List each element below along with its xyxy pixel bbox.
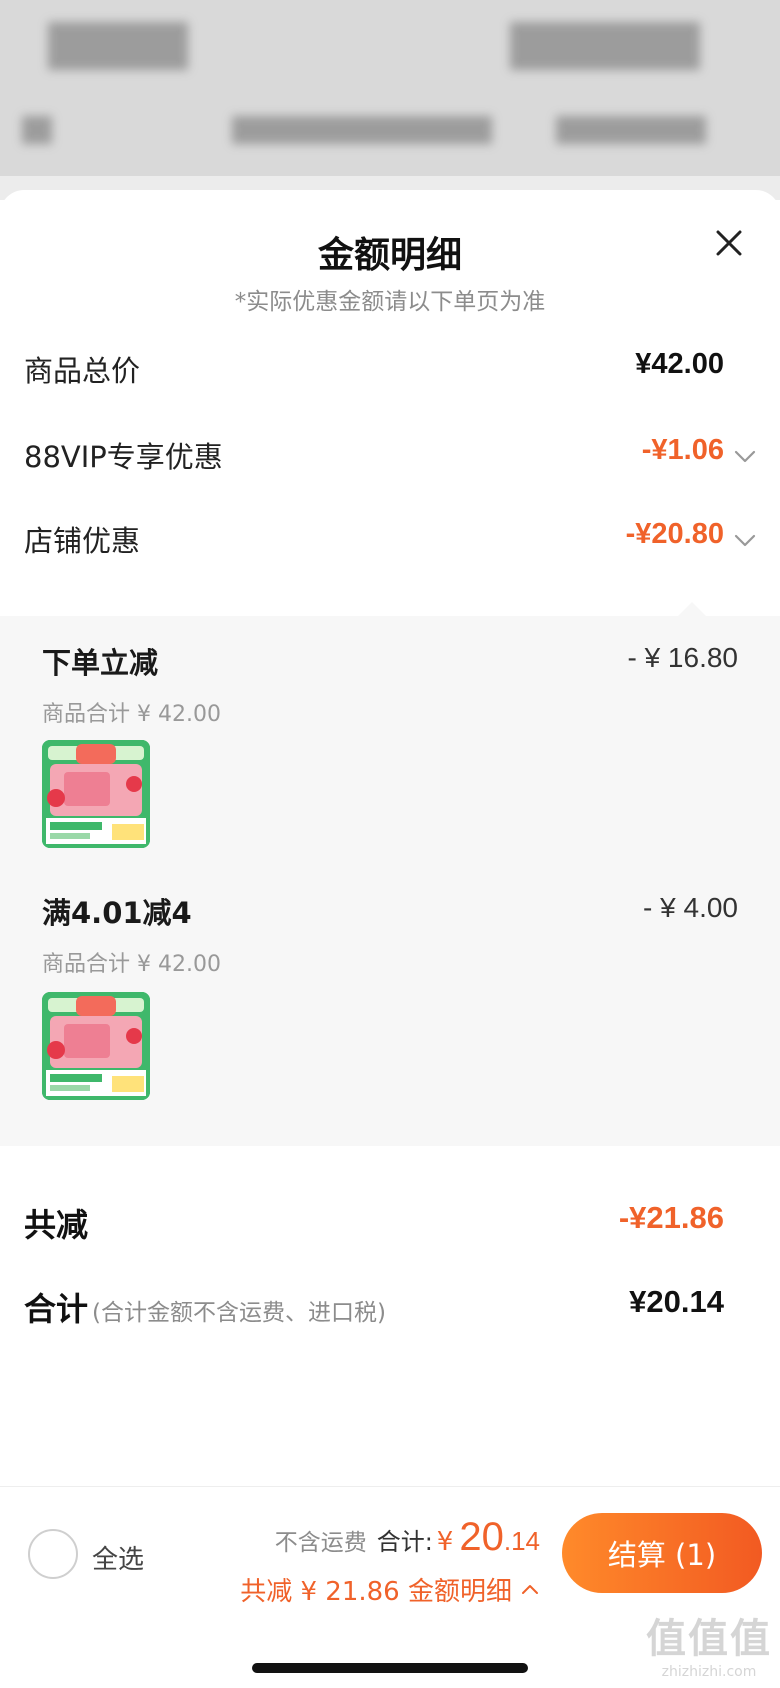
checkout-button[interactable]: 结算 (1) (562, 1513, 762, 1593)
close-icon (716, 230, 742, 256)
promo-amount: - ¥ 4.00 (643, 892, 738, 923)
watermark-url: zhizhizhi.com (661, 1664, 757, 1680)
goods-total-label: 商品总价 (24, 354, 141, 388)
bar-total-caption: 合计: (376, 1528, 433, 1556)
total-note: (合计金额不含运费、进口税) (92, 1300, 386, 1326)
product-image (42, 740, 150, 848)
reduction-value: -¥21.86 (618, 1200, 724, 1235)
vip-discount-value: -¥1.06 (641, 434, 724, 466)
chevron-down-icon[interactable] (732, 528, 758, 554)
amount-detail-toggle[interactable]: 共减 ¥ 21.86 金额明细 (240, 1571, 540, 1608)
amount-detail-text: 共减 ¥ 21.86 金额明细 (240, 1577, 512, 1607)
chevron-down-icon[interactable] (732, 444, 758, 470)
total-label-group: 合计 (合计金额不含运费、进口税) (24, 1284, 386, 1330)
product-thumbnail[interactable] (42, 992, 150, 1100)
home-indicator[interactable] (252, 1663, 528, 1673)
watermark-logo: 值值值 (646, 1616, 772, 1662)
shop-discount-panel: 下单立减 - ¥ 16.80 商品合计 ¥ 42.00 满4.01减4 - ¥ … (0, 602, 780, 1146)
product-image (42, 992, 150, 1100)
vip-discount-row[interactable]: 88VIP专享优惠 -¥1.06 (0, 426, 780, 486)
select-all-label[interactable]: 全选 (92, 1539, 144, 1576)
amount-detail-sheet: 金额明细 *实际优惠金额请以下单页为准 商品总价 ¥42.00 88VIP专享优… (0, 190, 780, 1688)
watermark: 值值值 zhizhizhi.com (646, 1606, 772, 1680)
promo-subtotal: 商品合计 ¥ 42.00 (42, 952, 221, 977)
total-label: 合计 (24, 1290, 89, 1328)
shipping-note: 不含运费 (274, 1530, 367, 1556)
chevron-up-icon (522, 1584, 538, 1594)
sheet-subtitle: *实际优惠金额请以下单页为准 (234, 289, 546, 315)
shop-discount-label: 店铺优惠 (24, 524, 141, 558)
bar-price-line: 不含运费 合计: ¥ 20 .14 (275, 1515, 540, 1560)
goods-total-row: 商品总价 ¥42.00 (0, 340, 780, 400)
background-page (0, 0, 780, 200)
goods-total-value: ¥42.00 (635, 348, 724, 380)
bar-price-decimal: .14 (503, 1526, 540, 1556)
promo-amount: - ¥ 16.80 (627, 642, 738, 673)
shop-discount-value: -¥20.80 (625, 518, 724, 550)
bar-price-integer: 20 (459, 1515, 504, 1559)
close-button[interactable] (704, 218, 754, 268)
product-thumbnail[interactable] (42, 740, 150, 848)
vip-discount-label: 88VIP专享优惠 (24, 440, 223, 474)
promo-title: 满4.01减4 (42, 896, 192, 930)
promo-title: 下单立减 (42, 646, 159, 680)
reduction-label: 共减 (24, 1206, 89, 1244)
promo-subtotal: 商品合计 ¥ 42.00 (42, 702, 221, 727)
bar-currency: ¥ (436, 1527, 454, 1557)
sheet-title: 金额明细 (317, 235, 462, 276)
select-all-checkbox[interactable] (28, 1529, 78, 1579)
shop-discount-row[interactable]: 店铺优惠 -¥20.80 (0, 510, 780, 570)
total-value: ¥20.14 (629, 1284, 724, 1319)
